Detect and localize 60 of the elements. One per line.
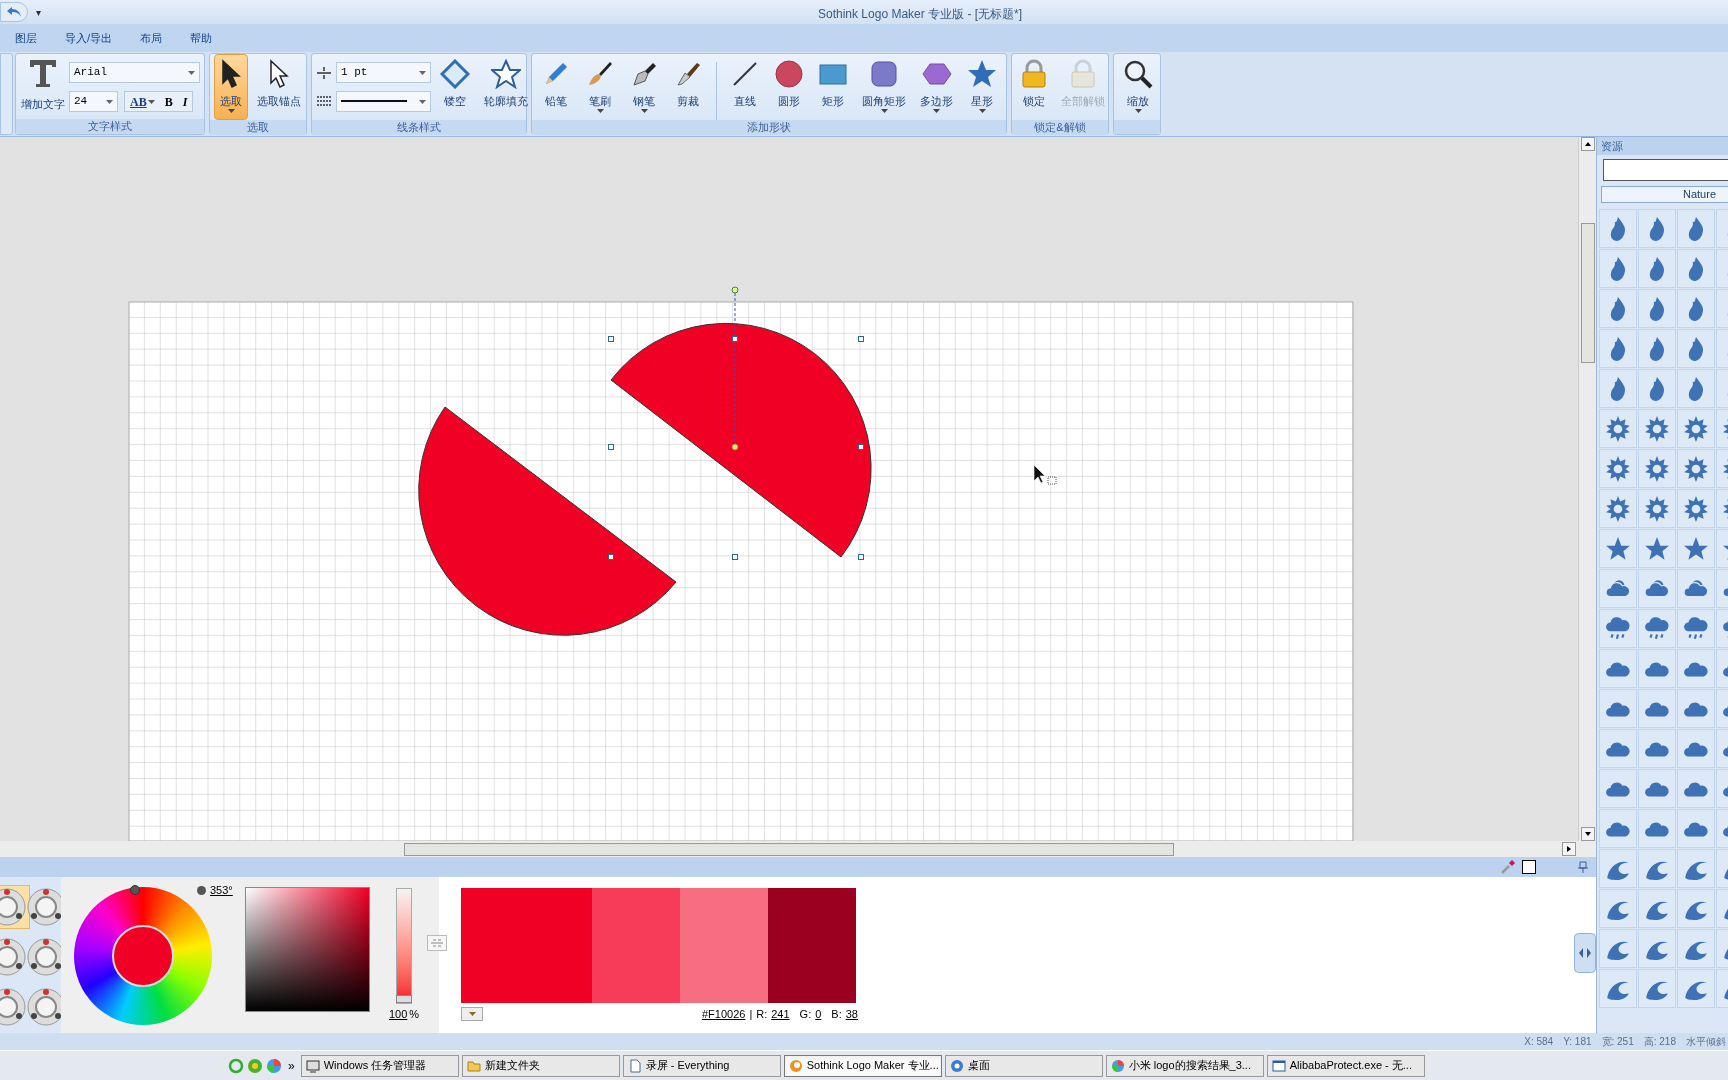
italic-button[interactable]: I (177, 92, 193, 111)
tool-button[interactable]: 轮廓填充 (479, 54, 533, 120)
channel-label: G: (799, 1007, 812, 1022)
add-text-button[interactable]: 增加文字 (20, 54, 65, 113)
font-select[interactable]: Arial (69, 62, 200, 83)
channel-value[interactable]: 38 (845, 1006, 858, 1023)
group-label: 添加形状 (747, 120, 791, 136)
taskbar-button[interactable]: Sothink Logo Maker 专业... (783, 1054, 942, 1077)
separator-text: | (749, 1007, 753, 1022)
hex-value[interactable]: #F10026 (701, 1006, 746, 1023)
channel-value[interactable]: 241 (771, 1006, 790, 1023)
tool-button[interactable]: 圆形 (769, 54, 809, 120)
group-label: 锁定&解锁 (1034, 120, 1086, 136)
tool-button[interactable]: 多边形 (915, 54, 958, 120)
taskbar-button[interactable]: 新建文件夹 (461, 1054, 620, 1077)
status-text: X: 584 (1524, 1035, 1554, 1049)
menu-item[interactable]: 导入/导出 (65, 29, 113, 47)
tool-button[interactable]: 镂空 (435, 54, 475, 120)
taskbar-button[interactable]: AlibabaProtect.exe - 无... (1266, 1054, 1425, 1077)
taskbar-button[interactable]: 录屏 - Everything (622, 1054, 781, 1077)
status-text: Y: 181 (1563, 1035, 1592, 1049)
status-text: 宽: 251 (1601, 1035, 1634, 1049)
spacing-button[interactable]: AB (125, 92, 160, 111)
status-text: 水平倾斜 (1686, 1035, 1726, 1049)
tool-button[interactable]: 笔刷 (580, 54, 620, 120)
taskbar-button[interactable]: 小米 logo的搜索结果_3... (1105, 1054, 1264, 1077)
taskbar-button[interactable]: 桌面 (944, 1054, 1103, 1077)
size-select[interactable]: 24 (69, 91, 118, 112)
tool-button[interactable]: 星形 (962, 54, 1002, 120)
group-label: 线条样式 (397, 120, 441, 136)
channel-label: R: (756, 1007, 768, 1022)
category-select[interactable]: Nature (1601, 186, 1728, 203)
tool-button[interactable]: 钢笔 (624, 54, 664, 120)
tool-button[interactable]: 铅笔 (536, 54, 576, 120)
bold-button[interactable]: B (159, 92, 178, 111)
taskbar-button[interactable]: Windows 任务管理器 (300, 1054, 459, 1077)
tool-button[interactable]: 缩放 (1118, 54, 1158, 120)
opacity-unit: % (409, 1007, 420, 1022)
hue-value[interactable]: 353° (210, 882, 233, 899)
group-label: 选取 (247, 120, 269, 136)
tool-button[interactable]: 直线 (725, 54, 765, 120)
quick-access-menu[interactable]: ▾ (36, 4, 41, 20)
group-label: 文字样式 (88, 119, 132, 135)
tool-button[interactable]: 选取 (214, 54, 248, 120)
status-text: 高: 218 (1643, 1035, 1676, 1049)
tool-button[interactable]: 剪裁 (668, 54, 708, 120)
opacity-value[interactable]: 100 (389, 1006, 408, 1023)
window-title: Sothink Logo Maker 专业版 - [无标题*] (818, 6, 1023, 23)
line-width-select[interactable]: 1 pt (336, 62, 431, 83)
menu-item[interactable]: 帮助 (190, 29, 213, 47)
menu-item[interactable]: 图层 (15, 29, 37, 47)
tool-button[interactable]: 选取锚点 (252, 54, 306, 120)
tool-button[interactable]: 锁定 (1016, 54, 1052, 120)
panel-title: 资源 (1601, 138, 1623, 154)
tool-button[interactable]: 圆角矩形 (857, 54, 911, 120)
more-button[interactable]: » (288, 1056, 295, 1075)
tool-button[interactable]: 矩形 (813, 54, 853, 120)
channel-value[interactable]: 0 (815, 1006, 822, 1023)
menu-item[interactable]: 布局 (140, 29, 163, 47)
channel-label: B: (831, 1007, 842, 1022)
